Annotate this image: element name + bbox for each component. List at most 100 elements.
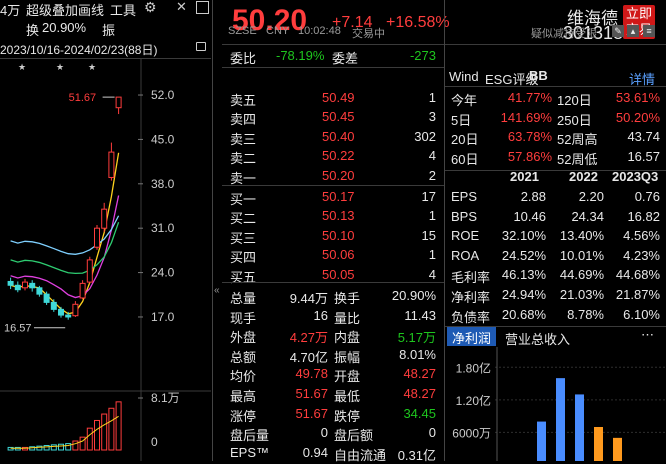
stat-value: 20.90% — [391, 288, 436, 303]
fin-row: ROA 24.52% 10.01% 4.23% — [445, 246, 666, 267]
fin-value: 44.68% — [615, 267, 660, 283]
perf-label: 60日 — [451, 151, 479, 167]
candle-body[interactable] — [58, 308, 64, 316]
candle-body[interactable] — [43, 293, 50, 303]
candle-body[interactable] — [72, 303, 79, 317]
candle-body[interactable] — [65, 314, 72, 318]
candle-body[interactable] — [101, 208, 108, 229]
candle-body[interactable] — [36, 287, 43, 295]
event-star-icon[interactable]: ★ — [88, 62, 96, 72]
order-price[interactable]: 50.10 — [322, 228, 355, 243]
stat-label: 现手 — [230, 310, 257, 326]
draw-line-button[interactable]: 画线 — [78, 0, 104, 19]
order-price[interactable]: 50.22 — [322, 148, 355, 163]
order-level-label: 买二 — [230, 211, 257, 227]
price-chart[interactable]: ★ ★ ★ 52.0 45.0 38.0 31.0 24.0 17.0 51.67 16.57 8.1… — [0, 58, 211, 461]
profit-bar[interactable] — [594, 427, 603, 461]
volume-bar — [43, 445, 50, 451]
order-price[interactable]: 50.06 — [322, 247, 355, 262]
order-price[interactable]: 50.45 — [322, 109, 355, 124]
candle-body[interactable] — [86, 259, 93, 283]
tab-net-profit[interactable]: 净利润 — [447, 327, 497, 346]
more-icon[interactable]: ⋯ — [641, 327, 654, 343]
profit-bar[interactable] — [613, 437, 622, 461]
overlay-button[interactable]: 超级叠加 — [26, 0, 78, 19]
currency: CNY — [266, 25, 290, 37]
profit-tick-label: 1.80亿 — [456, 360, 491, 375]
window-icon[interactable] — [196, 1, 209, 14]
price-tick-label: 38.0 — [151, 177, 175, 191]
stat-value: 11.43 — [404, 307, 436, 323]
fin-row: 净利率 24.94% 21.03% 21.87% — [445, 285, 666, 306]
chart-panel: 4万 超级叠加 画线 工具 ⚙ ✕ 换 20.90% 振 2023/10/16-… — [0, 0, 211, 461]
candle-body[interactable] — [79, 282, 86, 299]
order-level-label: 买四 — [230, 250, 257, 266]
perf-label: 120日 — [557, 93, 592, 108]
order-level-label: 卖五 — [230, 93, 257, 108]
profit-bar[interactable] — [556, 378, 565, 461]
menu-icon[interactable]: ≡ — [643, 25, 655, 37]
stat-value: 8.01% — [399, 346, 436, 362]
candle-body[interactable] — [108, 151, 115, 178]
order-price[interactable]: 50.49 — [322, 90, 355, 105]
profit-bar[interactable] — [575, 394, 584, 461]
order-volume: 2 — [428, 167, 436, 183]
stat-row: 总额 4.70亿 振幅 8.01% — [222, 345, 444, 366]
stat-value: 48.27 — [403, 386, 436, 401]
candle-body[interactable] — [7, 280, 14, 286]
stat-label: 均价 — [230, 369, 257, 385]
fin-value: 32.10% — [501, 228, 546, 244]
low-marker: 16.57 — [4, 323, 32, 335]
perf-label: 52周低 — [557, 151, 598, 167]
lock-icon[interactable] — [196, 42, 206, 51]
expand-icon[interactable]: ▴ — [627, 25, 639, 37]
info-panel: 维海德 301318 立即交易 疑似减持受限 ✎ ▴ ≡ Wind ESG评级 … — [445, 0, 666, 461]
turnover-row: 换 20.90% 振 — [0, 20, 211, 38]
fin-label: BPS — [451, 208, 478, 224]
collapse-arrow-icon[interactable]: « — [214, 285, 220, 296]
order-price[interactable]: 50.20 — [322, 168, 355, 183]
fin-row: BPS 10.46 24.34 16.82 — [445, 207, 666, 228]
order-row-sell: 卖三 50.40 302 — [222, 127, 444, 148]
candle-body[interactable] — [22, 281, 28, 289]
stat-value: 16 — [313, 307, 328, 323]
close-icon[interactable]: ✕ — [176, 0, 187, 15]
wind-tab[interactable]: Wind — [449, 69, 479, 84]
order-price[interactable]: 50.05 — [322, 267, 355, 282]
perf-value: 63.78% — [507, 129, 552, 145]
stat-value: 51.67 — [295, 386, 328, 401]
fin-row: EPS 2.88 2.20 0.76 — [445, 187, 666, 208]
stat-row: 均价 49.78 开盘 48.27 — [222, 364, 444, 385]
order-row-buy: 买四 50.06 1 — [222, 245, 444, 266]
order-volume: 1 — [428, 90, 436, 105]
fin-value: 24.52% — [501, 247, 546, 263]
order-price[interactable]: 50.40 — [322, 129, 355, 144]
stat-label: 盘后额 — [334, 428, 374, 444]
fin-value: 10.46 — [513, 208, 546, 224]
order-row-buy: 买二 50.13 1 — [222, 206, 444, 227]
order-price[interactable]: 50.17 — [322, 189, 355, 204]
profit-bar[interactable] — [537, 421, 546, 461]
date-range: 2023/10/16-2024/02/23(88日) — [0, 43, 158, 57]
candle-body[interactable] — [50, 301, 57, 310]
candle-body[interactable] — [29, 282, 36, 289]
order-price[interactable]: 50.13 — [322, 208, 355, 223]
candle-body[interactable] — [115, 96, 122, 109]
order-volume: 4 — [428, 266, 436, 282]
order-level-label: 买一 — [230, 192, 257, 207]
esg-row: Wind ESG评级 BB 详情 — [445, 67, 666, 87]
edit-icon[interactable]: ✎ — [612, 25, 624, 37]
tab-revenue[interactable]: 营业总收入 — [505, 329, 570, 348]
profit-chart: 1.80亿 1.20亿 6000万 — [452, 347, 666, 461]
event-star-icon[interactable]: ★ — [18, 62, 26, 72]
gear-icon[interactable]: ⚙ — [144, 0, 157, 16]
stat-value: 0.94 — [302, 444, 328, 460]
tools-button[interactable]: 工具 — [110, 0, 136, 19]
candle-body[interactable] — [14, 284, 21, 291]
date-range-bar[interactable]: 2023/10/16-2024/02/23(88日) — [0, 40, 211, 58]
event-star-icon[interactable]: ★ — [56, 62, 64, 72]
price-tick-label: 52.0 — [151, 88, 175, 102]
stat-row: 涨停 51.67 跌停 34.45 — [222, 404, 444, 425]
candle-body[interactable] — [94, 227, 100, 248]
fin-value: 13.40% — [559, 228, 604, 244]
